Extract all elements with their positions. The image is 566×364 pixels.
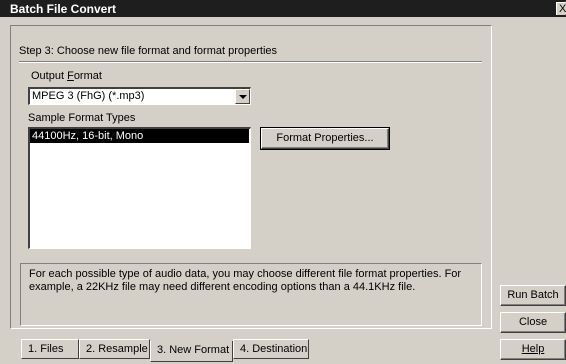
output-format-label-part: ormat [73,70,102,82]
window-title: Batch File Convert [10,2,117,16]
output-format-label-part: Output [31,70,68,82]
close-button[interactable]: Close [500,312,566,333]
dropdown-button[interactable] [235,89,250,104]
close-window-button[interactable]: X [556,2,566,15]
tab-destination[interactable]: 4. Destination [233,339,309,359]
info-panel: For each possible type of audio data, yo… [20,263,482,326]
help-button[interactable]: Help [500,339,566,360]
output-format-label-hotkey: F [67,70,74,82]
tab-new-format[interactable]: 3. New Format [150,341,233,362]
tab-files[interactable]: 1. Files [21,339,79,359]
format-properties-button[interactable]: Format Properties... [260,127,390,150]
chevron-down-icon [239,95,247,99]
step-title: Step 3: Choose new file format and forma… [19,45,278,57]
tab-resample[interactable]: 2. Resample [79,339,150,359]
batch-file-convert-window: Batch File Convert X Step 3: Choose new … [0,0,566,364]
list-item[interactable]: 44100Hz, 16-bit, Mono [30,129,249,143]
run-batch-button[interactable]: Run Batch [500,285,566,306]
sample-format-types-list[interactable]: 44100Hz, 16-bit, Mono [28,127,251,249]
title-bar[interactable]: Batch File Convert X [0,0,566,17]
output-format-label: Output Format [31,70,102,82]
output-format-value: MPEG 3 (FhG) (*.mp3) [32,90,145,102]
output-format-dropdown[interactable]: MPEG 3 (FhG) (*.mp3) [28,87,251,105]
sample-format-types-label: Sample Format Types [28,112,136,124]
step-divider [19,61,482,63]
